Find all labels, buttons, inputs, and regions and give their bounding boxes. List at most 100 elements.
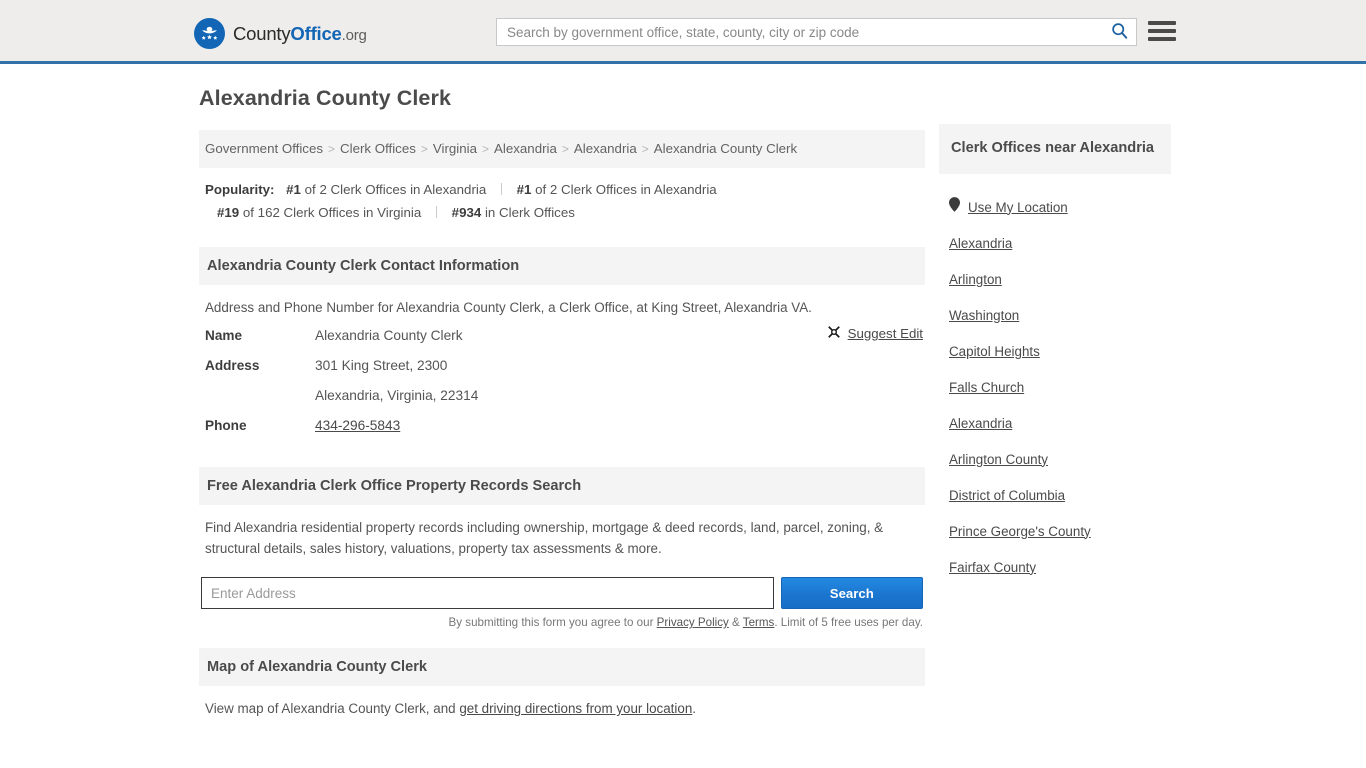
- popularity-block: Popularity: #1 of 2 Clerk Offices in Ale…: [199, 168, 925, 228]
- property-search-button[interactable]: Search: [780, 577, 923, 609]
- eagle-seal-logo-icon: [194, 18, 225, 49]
- contact-value-address-line1: 301 King Street, 2300: [315, 358, 448, 373]
- sidebar-item-5[interactable]: Alexandria: [949, 405, 1171, 441]
- popularity-divider: [435, 206, 437, 218]
- disclaimer-suffix: . Limit of 5 free uses per day.: [774, 616, 923, 629]
- popularity-row-1: Popularity: #1 of 2 Clerk Offices in Ale…: [205, 178, 919, 201]
- sidebar-link[interactable]: Falls Church: [949, 380, 1024, 395]
- popularity-item-2: #1 of 2 Clerk Offices in Alexandria: [517, 182, 717, 197]
- sidebar-link[interactable]: Alexandria: [949, 416, 1012, 431]
- sidebar-item-1[interactable]: Arlington: [949, 261, 1171, 297]
- sidebar-link[interactable]: Arlington County: [949, 452, 1048, 467]
- sidebar-item-7[interactable]: District of Columbia: [949, 477, 1171, 513]
- popularity-item-1: #1 of 2 Clerk Offices in Alexandria: [286, 182, 490, 197]
- breadcrumb-item-3[interactable]: Alexandria: [494, 141, 557, 156]
- map-section-body: View map of Alexandria County Clerk, and…: [199, 686, 925, 719]
- driving-directions-link[interactable]: get driving directions from your locatio…: [459, 701, 692, 716]
- popularity-rank: #19: [217, 205, 240, 220]
- popularity-text: of 2 Clerk Offices in Alexandria: [535, 182, 717, 197]
- site-header: CountyOffice.org: [0, 0, 1366, 64]
- sidebar-link[interactable]: Capitol Heights: [949, 344, 1040, 359]
- sidebar-link[interactable]: Prince George's County: [949, 524, 1091, 539]
- site-logo[interactable]: CountyOffice.org: [194, 18, 367, 49]
- terms-link[interactable]: Terms: [743, 616, 775, 629]
- contact-key-address: Address: [205, 358, 260, 373]
- phone-link[interactable]: 434-296-5843: [315, 418, 400, 433]
- breadcrumb: Government Offices > Clerk Offices > Virgini…: [199, 130, 925, 168]
- search-icon: [1111, 22, 1128, 42]
- form-disclaimer: By submitting this form you agree to our…: [199, 616, 923, 629]
- contact-row: Alexandria, Virginia, 22314: [205, 388, 919, 418]
- map-text-prefix: View map of Alexandria County Clerk, and: [205, 701, 460, 716]
- hamburger-bar: [1148, 29, 1176, 33]
- contact-key-phone: Phone: [205, 418, 247, 433]
- contact-value-name: Alexandria County Clerk: [315, 328, 463, 343]
- address-input[interactable]: [201, 577, 774, 609]
- sidebar-item-2[interactable]: Washington: [949, 297, 1171, 333]
- contact-value-phone: 434-296-5843: [315, 418, 400, 433]
- sidebar: Clerk Offices near Alexandria Use My Loc…: [939, 124, 1171, 585]
- sidebar-item-use-my-location[interactable]: Use My Location: [949, 189, 1171, 225]
- map-text-suffix: .: [692, 701, 697, 716]
- contact-section-heading: Alexandria County Clerk Contact Informat…: [199, 247, 925, 285]
- suggest-edit-label: Suggest Edit: [847, 326, 923, 341]
- breadcrumb-separator: >: [641, 142, 649, 156]
- popularity-row-2: #19 of 162 Clerk Offices in Virginia #93…: [205, 201, 919, 224]
- breadcrumb-separator: >: [420, 142, 428, 156]
- sidebar-item-4[interactable]: Falls Church: [949, 369, 1171, 405]
- logo-word-org: .org: [341, 26, 367, 44]
- site-logo-text: CountyOffice.org: [233, 23, 367, 45]
- contact-details: Suggest Edit Name Alexandria County Cler…: [199, 318, 925, 448]
- global-search-bar: [496, 18, 1137, 46]
- page-title: Alexandria County Clerk: [199, 86, 452, 110]
- hamburger-bar: [1148, 37, 1176, 41]
- contact-value-address-line2: Alexandria, Virginia, 22314: [315, 388, 479, 403]
- sidebar-link[interactable]: Alexandria: [949, 236, 1012, 251]
- suggest-edit-link[interactable]: Suggest Edit: [827, 325, 923, 342]
- contact-row: Address 301 King Street, 2300: [205, 358, 919, 388]
- popularity-text: of 2 Clerk Offices in Alexandria: [304, 182, 487, 197]
- main-content: Alexandria County Clerk Government Offic…: [199, 86, 925, 719]
- popularity-text: in Clerk Offices: [484, 205, 575, 220]
- breadcrumb-item-1[interactable]: Clerk Offices: [340, 141, 416, 156]
- property-section-description: Find Alexandria residential property rec…: [205, 520, 884, 556]
- sidebar-item-6[interactable]: Arlington County: [949, 441, 1171, 477]
- sidebar-link[interactable]: District of Columbia: [949, 488, 1065, 503]
- privacy-policy-link[interactable]: Privacy Policy: [657, 616, 729, 629]
- breadcrumb-item-5: Alexandria County Clerk: [653, 141, 798, 156]
- search-input[interactable]: [497, 19, 1102, 45]
- contact-key-name: Name: [205, 328, 243, 343]
- popularity-text: of 162 Clerk Offices in Virginia: [242, 205, 422, 220]
- breadcrumb-item-0[interactable]: Government Offices: [205, 141, 323, 156]
- contact-row: Name Alexandria County Clerk: [205, 328, 919, 358]
- breadcrumb-separator: >: [328, 142, 336, 156]
- sidebar-item-3[interactable]: Capitol Heights: [949, 333, 1171, 369]
- sidebar-link[interactable]: Fairfax County: [949, 560, 1036, 575]
- popularity-item-3: #19 of 162 Clerk Offices in Virginia: [217, 205, 425, 220]
- property-search-form: Search: [201, 577, 923, 609]
- contact-row: Phone 434-296-5843: [205, 418, 919, 448]
- sidebar-item-9[interactable]: Fairfax County: [949, 549, 1171, 585]
- hamburger-menu-icon[interactable]: [1148, 19, 1176, 43]
- logo-word-office: Office: [290, 22, 342, 44]
- breadcrumb-separator: >: [561, 142, 569, 156]
- breadcrumb-item-4[interactable]: Alexandria: [574, 141, 637, 156]
- sidebar-link[interactable]: Washington: [949, 308, 1019, 323]
- search-submit-button[interactable]: [1102, 19, 1136, 45]
- disclaimer-prefix: By submitting this form you agree to our: [448, 616, 657, 629]
- popularity-item-4: #934 in Clerk Offices: [452, 205, 575, 220]
- popularity-rank: #1: [516, 182, 532, 197]
- popularity-rank: #1: [286, 182, 301, 197]
- sidebar-links: Use My Location Alexandria Arlington Washi…: [939, 174, 1171, 585]
- breadcrumb-item-2[interactable]: Virginia: [433, 141, 477, 156]
- sidebar-item-8[interactable]: Prince George's County: [949, 513, 1171, 549]
- sidebar-link[interactable]: Arlington: [949, 272, 1002, 287]
- popularity-label: Popularity:: [205, 182, 275, 197]
- popularity-divider: [500, 183, 502, 195]
- map-pin-icon: [949, 197, 960, 217]
- sidebar-item-0[interactable]: Alexandria: [949, 225, 1171, 261]
- logo-word-county: County: [233, 22, 291, 44]
- suggest-edit-icon: [827, 325, 841, 342]
- popularity-rank: #934: [451, 205, 482, 220]
- use-my-location-link[interactable]: Use My Location: [968, 200, 1068, 215]
